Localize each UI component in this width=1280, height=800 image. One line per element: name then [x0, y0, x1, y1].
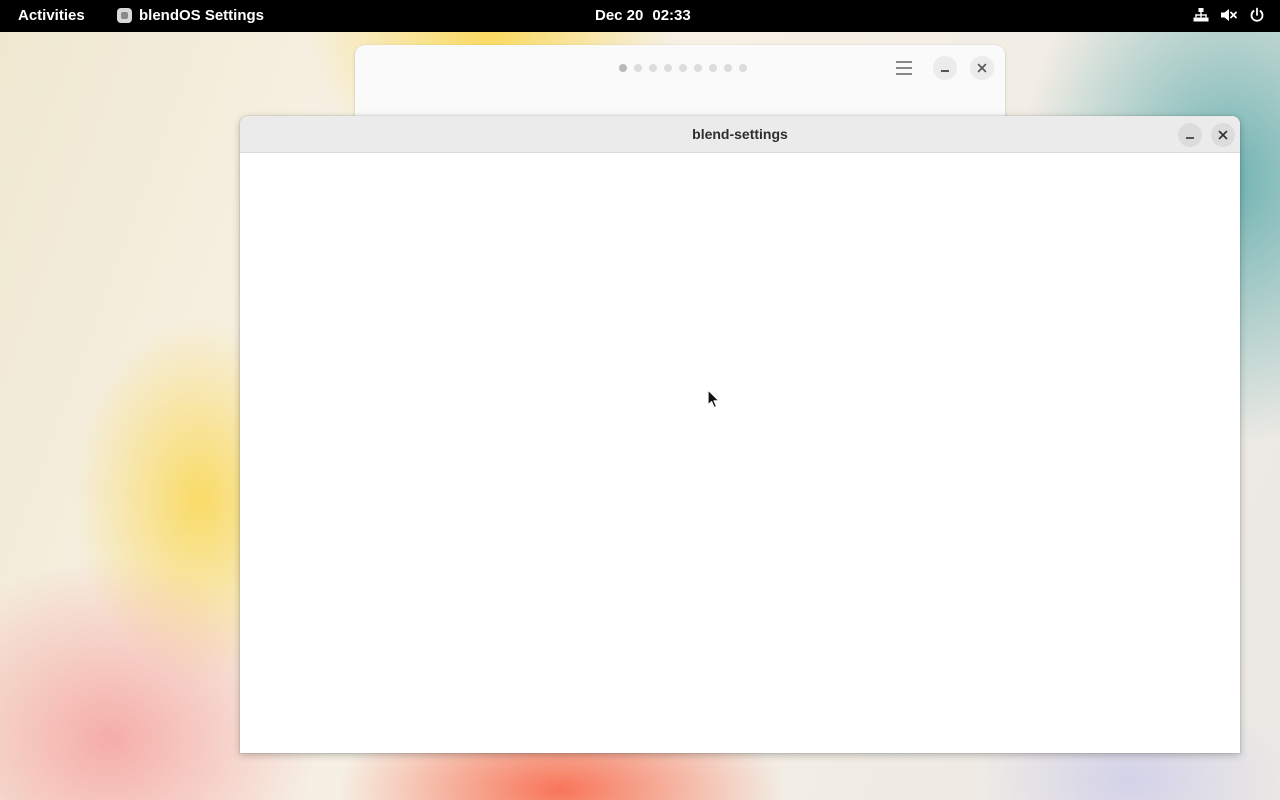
app-icon — [117, 8, 132, 23]
window-content[interactable] — [240, 153, 1240, 753]
minimize-button[interactable] — [1178, 123, 1202, 147]
mouse-pointer-icon — [707, 389, 721, 414]
minimize-button[interactable] — [933, 56, 957, 80]
audio-muted-icon[interactable] — [1220, 6, 1238, 24]
page-dot[interactable] — [694, 64, 702, 72]
app-menu[interactable]: blendOS Settings — [117, 7, 264, 24]
close-icon — [977, 63, 987, 73]
clock[interactable]: Dec 20 02:33 — [595, 7, 691, 24]
minimize-icon — [1186, 136, 1194, 139]
page-indicator[interactable] — [619, 64, 747, 72]
clock-date: Dec 20 — [595, 7, 644, 24]
close-button[interactable] — [1211, 123, 1235, 147]
top-bar: Activities blendOS Settings Dec 20 02:33 — [0, 0, 1280, 32]
system-tray[interactable] — [1192, 6, 1266, 24]
clock-time: 02:33 — [652, 7, 691, 24]
close-icon — [1218, 130, 1228, 140]
page-dot[interactable] — [724, 64, 732, 72]
page-dot[interactable] — [679, 64, 687, 72]
activities-button[interactable]: Activities — [18, 7, 85, 24]
window-title: blend-settings — [692, 126, 788, 142]
network-wired-icon[interactable] — [1192, 6, 1210, 24]
close-button[interactable] — [970, 56, 994, 80]
minimize-icon — [941, 69, 949, 72]
app-menu-label: blendOS Settings — [139, 7, 265, 24]
blend-settings-window[interactable]: blend-settings — [240, 116, 1240, 753]
page-dot[interactable] — [709, 64, 717, 72]
page-dot[interactable] — [739, 64, 747, 72]
page-dot[interactable] — [634, 64, 642, 72]
page-dot[interactable] — [619, 64, 627, 72]
page-dot[interactable] — [664, 64, 672, 72]
power-icon[interactable] — [1248, 6, 1266, 24]
menu-icon[interactable] — [896, 61, 912, 75]
title-bar[interactable]: blend-settings — [240, 116, 1240, 153]
page-dot[interactable] — [649, 64, 657, 72]
